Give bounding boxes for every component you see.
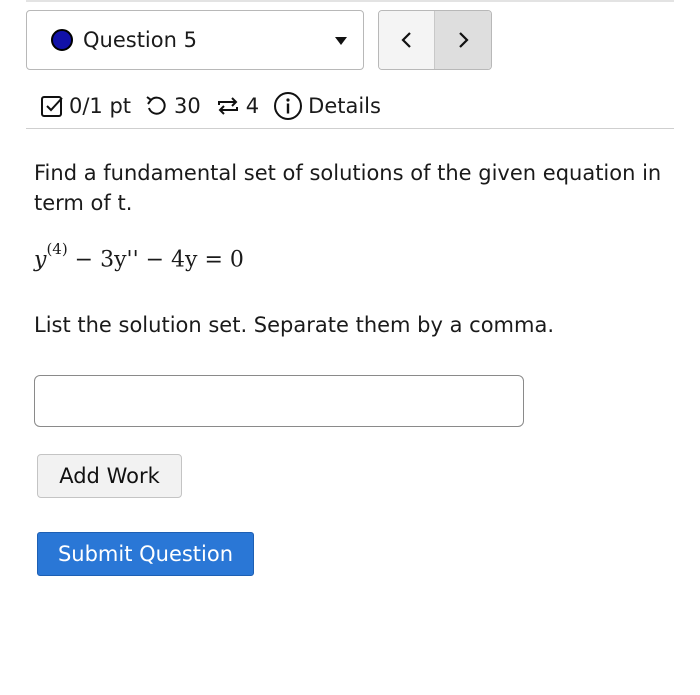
attempts-count: 30 — [174, 94, 201, 118]
question-status-dot — [51, 29, 73, 51]
equation-superscript: (4) — [46, 240, 68, 258]
question-nav-group — [378, 10, 492, 70]
score-text: 0/1 pt — [69, 94, 132, 118]
equation-base: y — [34, 247, 47, 273]
question-title: Question 5 — [83, 28, 197, 52]
next-question-button[interactable] — [435, 11, 491, 69]
checkbox-icon — [40, 94, 64, 118]
top-divider — [26, 0, 674, 2]
caret-down-icon — [335, 37, 347, 45]
answer-input[interactable] — [34, 375, 524, 427]
retries-count: 4 — [245, 94, 260, 118]
details-link[interactable]: Details — [308, 94, 381, 118]
add-work-button[interactable]: Add Work — [37, 454, 182, 498]
header-divider — [26, 128, 674, 129]
question-select[interactable]: Question 5 — [26, 10, 364, 70]
equation: y(4) − 3y'' − 4y = 0 — [34, 240, 244, 273]
chevron-right-icon — [459, 32, 469, 48]
retry-icon — [215, 94, 241, 118]
undo-icon — [145, 94, 169, 118]
chevron-left-icon — [400, 32, 411, 48]
info-icon[interactable] — [273, 91, 303, 121]
question-prompt: Find a fundamental set of solutions of t… — [34, 161, 662, 215]
answer-instruction: List the solution set. Separate them by … — [34, 313, 555, 337]
submit-question-button[interactable]: Submit Question — [37, 532, 254, 576]
question-meta: 0/1 pt 30 4 Details — [40, 86, 381, 126]
previous-question-button[interactable] — [379, 11, 436, 69]
equation-rest: − 3y'' − 4y = 0 — [67, 247, 244, 273]
